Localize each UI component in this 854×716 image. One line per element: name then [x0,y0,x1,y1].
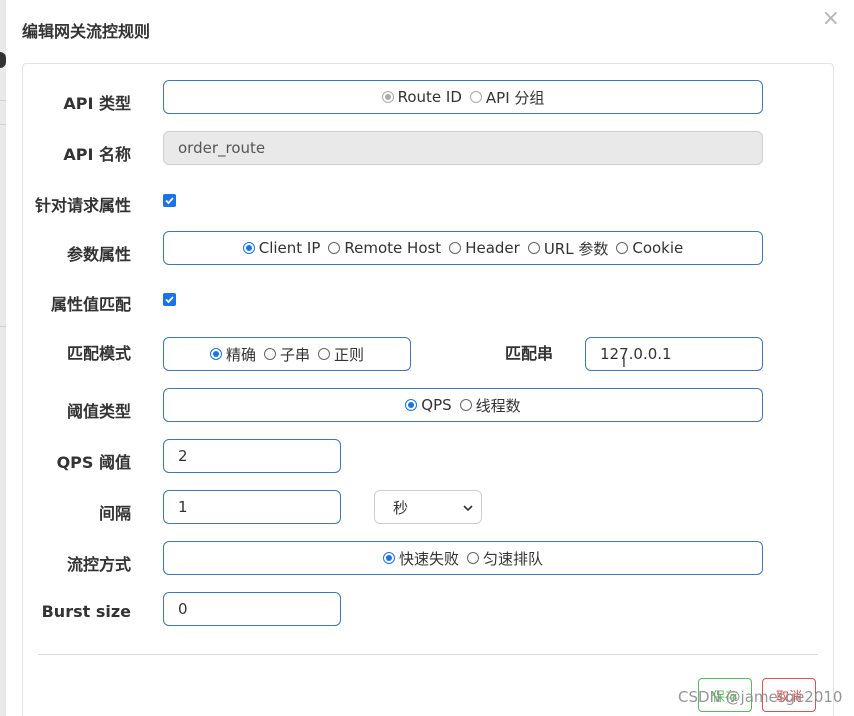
watermark-text: CSDN @jamesge2010 [678,688,843,706]
match-mode-option-regex[interactable]: 正则 [318,344,364,365]
api-name-label: API 名称 [63,145,131,164]
match-mode-radio-group: 精确 子串 正则 [163,337,411,371]
interval-unit-select[interactable]: 秒 [374,490,482,524]
radio-icon [449,242,462,254]
api-name-field: order_route [163,131,763,165]
threshold-type-label: 阈值类型 [66,402,131,421]
text-cursor-icon: I [622,354,626,370]
param-attr-option-url-param[interactable]: URL 参数 [527,238,608,259]
burst-size-label: Burst size [41,602,131,621]
param-attr-option-cookie[interactable]: Cookie [616,239,683,257]
param-attr-label: 参数属性 [66,245,131,264]
form-panel: API 类型 Route ID API 分组 API 名称 order_rout… [22,63,834,716]
control-mode-radio-group: 快速失败 匀速排队 [163,541,763,575]
edit-gateway-flow-rule-dialog: 编辑网关流控规则 × API 类型 Route ID API 分组 API 名称… [6,0,854,716]
radio-icon [527,242,540,254]
qps-threshold-label: QPS 阈值 [56,453,131,472]
match-mode-option-substring[interactable]: 子串 [263,344,310,365]
control-mode-label: 流控方式 [66,555,131,574]
check-icon [165,296,174,304]
dialog-title: 编辑网关流控规则 [22,22,151,41]
radio-icon [467,552,479,564]
param-attr-option-remote-host[interactable]: Remote Host [328,239,441,257]
control-mode-option-fast-fail[interactable]: 快速失败 [382,548,459,569]
request-attr-checkbox[interactable] [163,194,176,207]
check-icon [165,197,174,205]
radio-icon [469,91,482,103]
interval-label: 间隔 [98,504,131,523]
chevron-down-icon [463,505,473,512]
control-mode-option-queue[interactable]: 匀速排队 [467,548,543,569]
api-type-radio-group: Route ID API 分组 [163,80,763,114]
burst-size-input[interactable]: 0 [163,592,341,626]
api-type-option-route-id[interactable]: Route ID [381,88,462,106]
radio-icon [381,91,394,103]
radio-icon [242,242,255,254]
qps-threshold-input[interactable]: 2 [163,439,341,473]
request-attr-label: 针对请求属性 [34,196,131,215]
param-attr-radio-group: Client IP Remote Host Header URL 参数 Cook… [163,231,763,265]
attr-match-checkbox[interactable] [163,293,176,306]
radio-icon [209,348,222,360]
radio-icon [328,242,341,254]
radio-icon [459,399,472,411]
footer-divider [38,654,818,655]
close-icon[interactable]: × [822,6,840,31]
radio-icon [318,348,330,360]
threshold-type-option-thread-count[interactable]: 线程数 [459,395,521,416]
param-attr-option-client-ip[interactable]: Client IP [242,239,320,257]
match-string-input[interactable]: 127.0.0.1 [585,337,763,371]
match-mode-label: 匹配模式 [66,344,131,363]
api-type-label: API 类型 [63,94,131,113]
attr-match-label: 属性值匹配 [50,295,131,314]
radio-icon [382,552,395,564]
radio-icon [405,399,418,411]
threshold-type-radio-group: QPS 线程数 [163,388,763,422]
interval-input[interactable]: 1 [163,490,341,524]
radio-icon [263,348,276,360]
param-attr-option-header[interactable]: Header [449,239,520,257]
threshold-type-option-qps[interactable]: QPS [405,396,452,414]
match-string-label: 匹配串 [504,344,553,363]
match-mode-option-exact[interactable]: 精确 [209,344,256,365]
api-type-option-api-group[interactable]: API 分组 [469,87,544,108]
radio-icon [616,242,629,254]
